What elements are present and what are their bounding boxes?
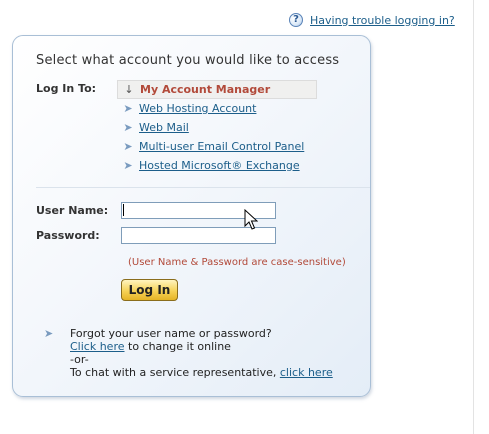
- arrow-right-icon: ➤: [123, 102, 133, 115]
- reset-line: Click here to change it online: [70, 340, 333, 353]
- account-selector: ↓ My Account Manager ➤ Web Hosting Accou…: [117, 80, 319, 175]
- username-label: User Name:: [36, 204, 109, 217]
- chat-link[interactable]: click here: [280, 366, 333, 379]
- account-option-label[interactable]: Multi-user Email Control Panel: [139, 140, 304, 153]
- arrow-right-icon: ➤: [123, 121, 133, 134]
- chat-text: To chat with a service representative,: [70, 366, 277, 379]
- change-online-text: to change it online: [128, 340, 231, 353]
- account-option-selected[interactable]: ↓ My Account Manager: [117, 80, 317, 99]
- selected-account-label: My Account Manager: [140, 83, 271, 96]
- arrow-right-icon: ➤: [44, 327, 54, 340]
- question-mark-icon[interactable]: ?: [289, 13, 303, 27]
- trouble-help: ? Having trouble logging in?: [289, 12, 455, 28]
- chat-line: To chat with a service representative, c…: [70, 366, 333, 379]
- account-option-label[interactable]: Hosted Microsoft® Exchange: [139, 159, 300, 172]
- account-option-label[interactable]: Web Mail: [139, 121, 189, 134]
- account-option[interactable]: ➤ Hosted Microsoft® Exchange: [117, 156, 319, 175]
- arrow-right-icon: ➤: [123, 159, 133, 172]
- case-sensitive-note: (User Name & Password are case-sensitive…: [128, 257, 346, 268]
- help-footer: Forgot your user name or password? Click…: [70, 327, 333, 379]
- panel-title: Select what account you would like to ac…: [36, 53, 340, 68]
- mouse-pointer-icon: [244, 208, 259, 234]
- account-option[interactable]: ➤ Web Hosting Account: [117, 99, 319, 118]
- page-right-border: [473, 0, 474, 434]
- account-option-label[interactable]: Web Hosting Account: [139, 102, 256, 115]
- or-separator: -or-: [70, 353, 89, 366]
- text-caret: [123, 204, 124, 216]
- password-label: Password:: [36, 229, 100, 242]
- arrow-right-icon: ➤: [123, 140, 133, 153]
- login-panel: Select what account you would like to ac…: [12, 35, 371, 397]
- section-divider: [36, 187, 370, 188]
- reset-password-link[interactable]: Click here: [70, 340, 125, 353]
- log-in-button[interactable]: Log In: [121, 279, 178, 301]
- account-option[interactable]: ➤ Multi-user Email Control Panel: [117, 137, 319, 156]
- login-to-label: Log In To:: [36, 82, 97, 95]
- account-option[interactable]: ➤ Web Mail: [117, 118, 319, 137]
- trouble-logging-in-link[interactable]: Having trouble logging in?: [310, 14, 455, 27]
- arrow-down-icon: ↓: [124, 83, 134, 96]
- forgot-text: Forgot your user name or password?: [70, 327, 272, 340]
